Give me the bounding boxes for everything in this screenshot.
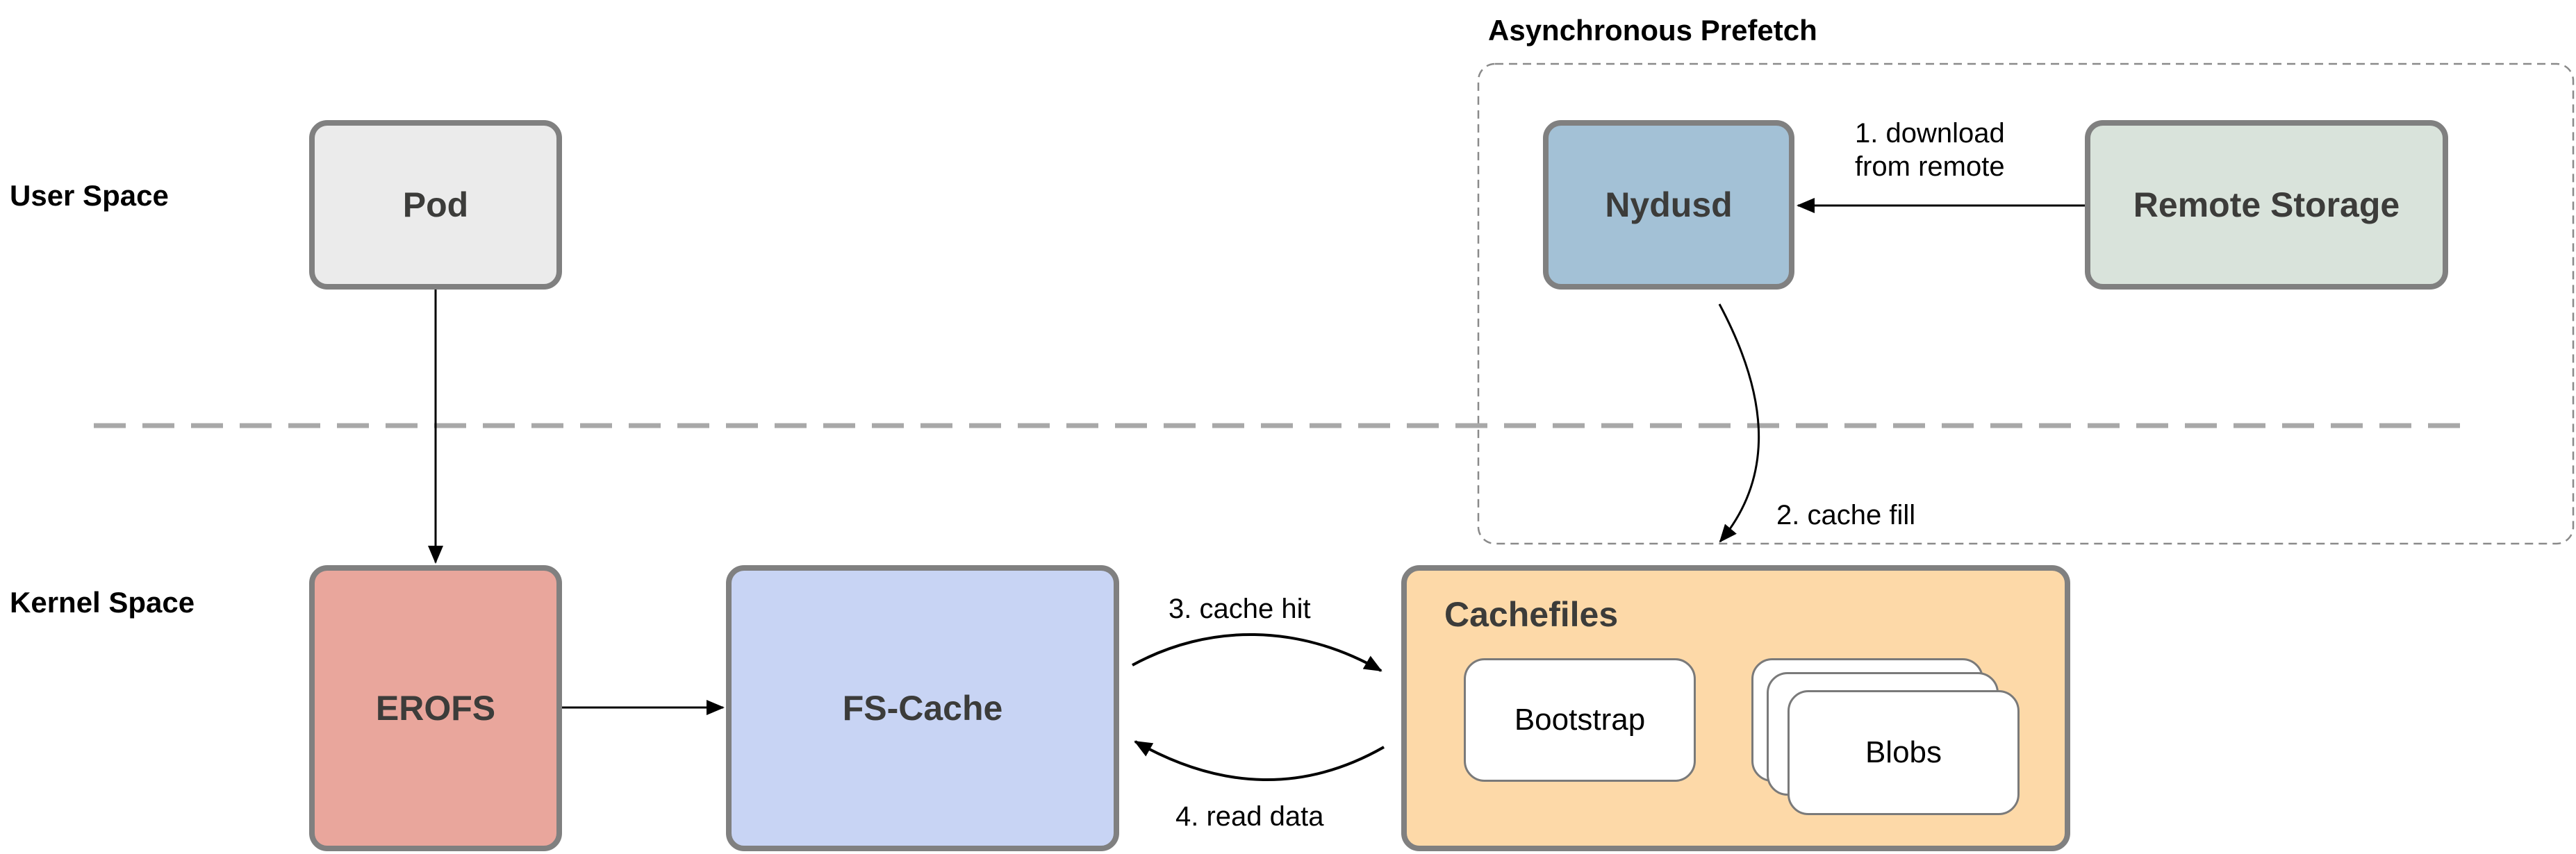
read-data-label: 4. read data xyxy=(1175,801,1324,832)
kernel-space-label: Kernel Space xyxy=(10,586,195,619)
remote-storage-node[interactable]: Remote Storage xyxy=(2085,120,2448,290)
bootstrap-label: Bootstrap xyxy=(1514,703,1646,737)
remote-storage-label: Remote Storage xyxy=(2133,185,2400,224)
cachefiles-label: Cachefiles xyxy=(1444,595,1619,634)
pod-label: Pod xyxy=(402,185,469,224)
pod-node[interactable]: Pod xyxy=(309,120,562,290)
nydusd-node[interactable]: Nydusd xyxy=(1543,120,1794,290)
erofs-node[interactable]: EROFS xyxy=(309,565,562,851)
download-label-line1: 1. download xyxy=(1855,118,2005,149)
cache-fill-arrow xyxy=(1718,303,1760,543)
user-space-label: User Space xyxy=(10,179,169,212)
prefetch-group-title: Asynchronous Prefetch xyxy=(1488,14,1817,47)
download-label-line2: from remote xyxy=(1855,151,2005,182)
read-data-arrow xyxy=(1134,740,1385,781)
bootstrap-item[interactable]: Bootstrap xyxy=(1464,658,1696,782)
cache-hit-label: 3. cache hit xyxy=(1169,594,1311,624)
blobs-label: Blobs xyxy=(1865,735,1942,769)
fscache-node[interactable]: FS-Cache xyxy=(726,565,1119,851)
download-label: 1. download from remote xyxy=(1855,117,2005,183)
cache-fill-label: 2. cache fill xyxy=(1776,500,1916,530)
erofs-label: EROFS xyxy=(375,689,496,728)
cache-hit-arrow xyxy=(1132,633,1382,672)
fscache-label: FS-Cache xyxy=(842,689,1003,728)
blobs-item[interactable]: Blobs xyxy=(1787,690,2020,815)
nydusd-label: Nydusd xyxy=(1605,185,1733,224)
